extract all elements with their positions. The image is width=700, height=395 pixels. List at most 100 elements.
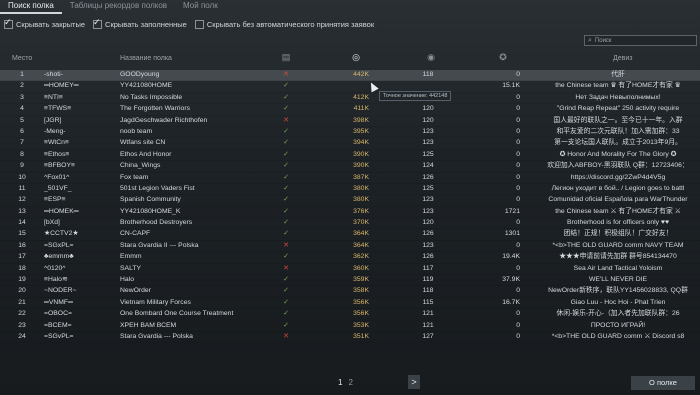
- cell-rating: 0: [516, 310, 520, 318]
- header-name: Название полка: [120, 55, 172, 62]
- check-icon: ✓: [283, 207, 289, 215]
- table-row[interactable]: 18 ^0120^ SALTY 360K 117 0 Sea Air Land Tactic…: [0, 264, 700, 276]
- cell-activity: 358K: [353, 287, 369, 295]
- cell-tag: =SGxPL=: [44, 241, 74, 249]
- cell-motto: Giao Luu - Hoc Hoi - Phat Trien: [570, 298, 666, 306]
- cell-rank: 16: [18, 241, 26, 249]
- cell-tag: =OBOC=: [44, 310, 72, 318]
- cell-tag: ♣emmm♣: [44, 253, 74, 261]
- cross-icon: ✕: [283, 71, 289, 78]
- table-row[interactable]: 3≡NTI≡No Tasks Impossible412K1190Нет Зад…: [0, 93, 700, 105]
- cell-tag: ≡NTI≡: [44, 93, 63, 101]
- cell-rank: 9: [20, 162, 24, 170]
- table-row[interactable]: 17 ♣emmm♣ Emmm 362K 126 19.4K ★★★申请前请先加群 群号854…: [0, 252, 700, 264]
- tab-leaderboards[interactable]: Таблицы рекордов полков: [62, 0, 175, 14]
- cell-members: 115: [422, 298, 434, 306]
- tab-regiment-search[interactable]: Поиск полка: [0, 0, 62, 14]
- cell-tag: [bXd]: [44, 219, 60, 227]
- cell-name: Brotherhood Destroyers: [120, 219, 193, 227]
- table-row[interactable]: 4 ≡TFWS≡ The Forgotten Warriors 411K 120 0 "Gr…: [0, 104, 700, 116]
- table-row[interactable]: 19 ≡Halo≋ Halo 359K 119 37.9K WE'LL NEVER DIE ✓: [0, 275, 700, 287]
- checkbox-hide-closed[interactable]: [4, 17, 13, 29]
- cell-members: 121: [422, 321, 434, 329]
- table-row[interactable]: 22 =OBOC= One Bombard One Course Treatment…: [0, 309, 700, 321]
- cell-members: 127: [422, 332, 434, 340]
- table-row[interactable]: 23 =BCEM= ХРЕН ВАМ ВСЕМ 353K 121 0 ПРОСТО ИГРА…: [0, 321, 700, 332]
- cell-motto: 休闲-娱乐-开心-（加入者先加联队群：26: [556, 310, 680, 318]
- table-row[interactable]: 10 ^Fox01^ Fox team 387K 126 0 https://discord…: [0, 173, 700, 184]
- checkbox-hide-no-auto-accept[interactable]: [194, 19, 204, 29]
- table-row[interactable]: 2 ═HOMEY═ YY421080HOME 15.1K the Chinese tea…: [0, 81, 700, 93]
- cell-motto: the Chinese team ♛ 有了HOME才有家 ♛: [555, 82, 681, 90]
- check-icon: ✓: [283, 105, 289, 113]
- tab-my-regiment[interactable]: Мой полк: [175, 0, 226, 14]
- table-row[interactable]: 11 _501VF_ 501st Legion Vaders Fist 380K 125…: [0, 184, 700, 196]
- cell-rating: 0: [516, 127, 520, 135]
- cell-activity: 394K: [353, 139, 369, 147]
- table-row[interactable]: 16 =SGxPL= Stara Gvardia II --- Polska 364K…: [0, 241, 700, 253]
- table-row[interactable]: 21 ═VNMF═ Vietnam Military Forces 356K 115 16…: [0, 298, 700, 310]
- next-page-button[interactable]: >: [408, 375, 420, 389]
- table-row[interactable]: 9 ≡BFBOY≡ China_Wings 390K 124 0 欢迎加入ABFBOY-黑羽…: [0, 161, 700, 173]
- search-icon: ⌕: [588, 36, 592, 44]
- members-icon[interactable]: ◉: [425, 52, 437, 66]
- cell-tag: ≡WtCn≡: [44, 139, 69, 147]
- about-regiment-button[interactable]: О полке: [631, 376, 695, 390]
- cell-tag: ═HOMEY═: [44, 82, 79, 90]
- cell-motto: Нет Задач Невыполнимых!: [575, 93, 661, 101]
- filter-hide-no-auto-accept[interactable]: Скрывать без автоматического принятия за…: [194, 19, 374, 29]
- cell-tag: ~NODER~: [44, 287, 77, 295]
- cell-rating: 0: [516, 71, 520, 78]
- cell-tag: =BCEM=: [44, 321, 72, 329]
- cell-name: Stara Gvardia II --- Polska: [120, 241, 199, 249]
- table-row[interactable]: 13 ═HOMEK═ YY421080HOME_K 376K 123 1721 the Ch…: [0, 207, 700, 219]
- page-2[interactable]: 2: [348, 378, 352, 387]
- cell-members: 120: [422, 105, 434, 113]
- cell-rank: 23: [18, 321, 26, 329]
- activity-icon[interactable]: ◎: [350, 52, 362, 66]
- table-row[interactable]: 14 [bXd] Brotherhood Destroyers 370K 120 0 Bro…: [0, 218, 700, 230]
- table-row[interactable]: 1 -shoti- GOODyoung 442K 118 0 代肝 ✕: [0, 70, 700, 82]
- cell-members: 120: [422, 219, 434, 227]
- cross-icon: ✕: [283, 264, 289, 272]
- check-icon: ✓: [283, 162, 289, 170]
- cell-rating: 15.1K: [502, 82, 520, 90]
- tab-bar: Поиск полка Таблицы рекордов полков Мой …: [0, 0, 700, 14]
- cell-rating: 37.9K: [502, 276, 520, 284]
- document-icon[interactable]: ▤: [280, 52, 292, 66]
- table-row[interactable]: 5 [JGR] JagdGeschwader Richthofen 398K 120 0 国…: [0, 116, 700, 127]
- cell-name: Wtfans site CN: [120, 139, 166, 147]
- cell-activity: 390K: [353, 162, 369, 170]
- cell-rank: 1: [20, 71, 24, 78]
- cell-motto: Comunidad oficial Española para WarThund…: [548, 196, 688, 204]
- cell-members: 118: [422, 287, 434, 295]
- table-row[interactable]: 20 ~NODER~ NewOrder 358K 118 0 NewOrder新秩序，联队Y…: [0, 286, 700, 298]
- cell-rating: 0: [516, 150, 520, 158]
- cell-tag: ═HOMEK═: [44, 207, 79, 215]
- cell-activity: 362K: [353, 253, 369, 261]
- cell-rank: 2: [20, 82, 24, 90]
- table-row[interactable]: 7 ≡WtCn≡ Wtfans site CN 394K 123 0 第一支论坛国人联队。成…: [0, 138, 700, 150]
- cell-activity: 390K: [353, 150, 369, 158]
- cell-rank: 19: [18, 276, 26, 284]
- table-row[interactable]: 6 -Meng-noob team 395K 123 0 和平友爱的二次元联队！加入需加群…: [0, 127, 700, 139]
- cell-rating: 0: [516, 241, 520, 249]
- table-row[interactable]: 24 =SGvPL= Stara Gvardia --- Polska 351K 127…: [0, 332, 700, 344]
- cell-rank: 12: [18, 196, 26, 204]
- checkbox-hide-full[interactable]: [93, 17, 103, 29]
- cell-name: CN-CAPF: [120, 230, 151, 238]
- cell-name: One Bombard One Course Treatment: [120, 310, 234, 318]
- page-1[interactable]: 1: [338, 378, 342, 387]
- table-row[interactable]: 15 ★CCTV2★ CN-CAPF 364K 126 1301 团结！正规！积极组队！广交…: [0, 229, 700, 241]
- search-input[interactable]: ⌕ Поиск: [584, 35, 697, 46]
- cell-tag: -shoti-: [44, 71, 63, 78]
- table-row[interactable]: 12 ≡ESP≡ Spanish Community 380K 123 0 Comunida…: [0, 195, 700, 207]
- cell-rating: 0: [516, 219, 520, 227]
- table-row[interactable]: 8 ≡Ethos≡ Ethos And Honor 390K 125 0 ✪ Honor A…: [0, 150, 700, 162]
- cell-rating: 0: [516, 287, 520, 295]
- filter-hide-full[interactable]: Скрывать заполненные: [93, 17, 187, 29]
- cell-rating: 0: [516, 196, 520, 204]
- emblem-icon[interactable]: ✪: [497, 52, 509, 66]
- cell-tag: ═VNMF═: [44, 298, 73, 306]
- filter-hide-closed[interactable]: Скрывать закрытые: [4, 17, 85, 29]
